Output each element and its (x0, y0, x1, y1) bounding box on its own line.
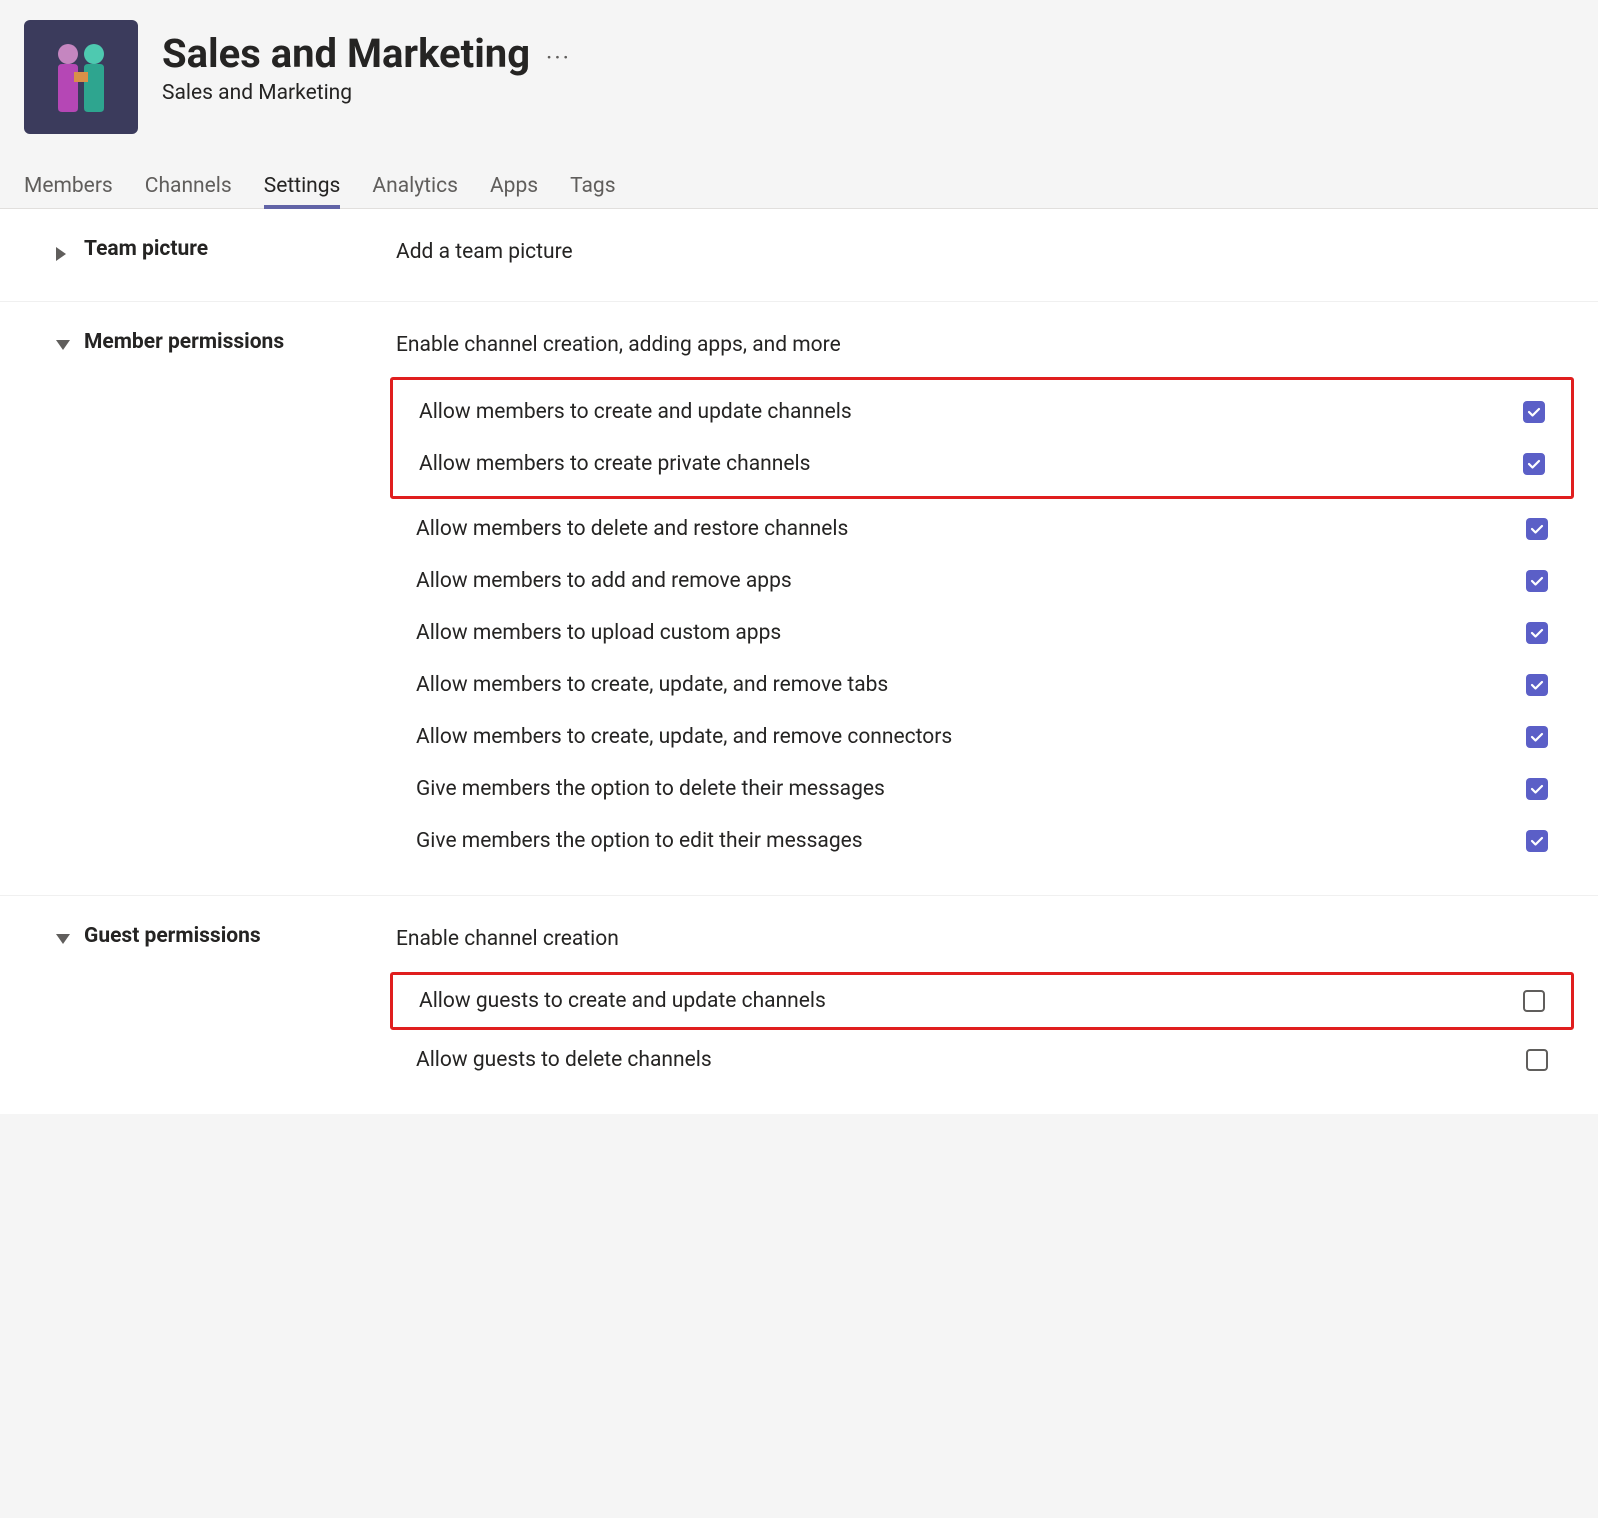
chevron-down-icon[interactable] (56, 340, 70, 350)
tab-channels[interactable]: Channels (145, 164, 232, 208)
chevron-right-icon[interactable] (56, 247, 66, 261)
permission-label: Allow members to delete and restore chan… (416, 517, 848, 541)
team-title: Sales and Marketing (162, 30, 530, 77)
permission-label: Give members the option to edit their me… (416, 829, 863, 853)
check-icon (1530, 834, 1544, 848)
permission-row: Allow members to create private channels (393, 438, 1571, 490)
section-member-permissions: Member permissions Enable channel creati… (0, 302, 1598, 897)
section-guest-permissions: Guest permissions Enable channel creatio… (0, 896, 1598, 1114)
section-title-team-picture: Team picture (84, 237, 396, 261)
checkbox-delete-restore-channels[interactable] (1526, 518, 1548, 540)
permission-row: Give members the option to edit their me… (396, 815, 1568, 867)
permission-row: Allow members to add and remove apps (396, 555, 1568, 607)
checkbox-create-private-channels[interactable] (1523, 453, 1545, 475)
permission-label: Allow members to create private channels (419, 452, 810, 476)
permission-label: Allow guests to create and update channe… (419, 989, 826, 1013)
section-title-guest-permissions: Guest permissions (84, 924, 396, 948)
permission-label: Give members the option to delete their … (416, 777, 885, 801)
section-team-picture: Team picture Add a team picture (0, 209, 1598, 302)
section-desc-guest-permissions: Enable channel creation (396, 924, 1568, 956)
more-options-icon[interactable]: ··· (546, 36, 571, 72)
permission-row: Allow guests to create and update channe… (393, 975, 1571, 1027)
permission-row: Allow guests to delete channels (396, 1034, 1568, 1086)
check-icon (1530, 782, 1544, 796)
section-desc-member-permissions: Enable channel creation, adding apps, an… (396, 330, 1568, 362)
permission-label: Allow members to add and remove apps (416, 569, 792, 593)
checkbox-guest-create-update-channels[interactable] (1523, 990, 1545, 1012)
permission-label: Allow members to create and update chann… (419, 400, 852, 424)
permission-row: Give members the option to delete their … (396, 763, 1568, 815)
chevron-down-icon[interactable] (56, 934, 70, 944)
section-desc-team-picture: Add a team picture (396, 237, 1568, 269)
permission-row: Allow members to delete and restore chan… (396, 503, 1568, 555)
checkbox-add-remove-apps[interactable] (1526, 570, 1548, 592)
check-icon (1530, 522, 1544, 536)
tab-bar: Members Channels Settings Analytics Apps… (0, 134, 1598, 209)
tab-settings[interactable]: Settings (264, 164, 341, 208)
check-icon (1530, 730, 1544, 744)
checkbox-create-update-channels[interactable] (1523, 401, 1545, 423)
permission-row: Allow members to upload custom apps (396, 607, 1568, 659)
tab-members[interactable]: Members (24, 164, 113, 208)
permission-row: Allow members to create and update chann… (393, 386, 1571, 438)
checkbox-delete-messages[interactable] (1526, 778, 1548, 800)
permission-row: Allow members to create, update, and rem… (396, 659, 1568, 711)
permission-label: Allow members to upload custom apps (416, 621, 781, 645)
check-icon (1530, 626, 1544, 640)
checkbox-upload-custom-apps[interactable] (1526, 622, 1548, 644)
check-icon (1527, 457, 1541, 471)
permission-row: Allow members to create, update, and rem… (396, 711, 1568, 763)
tab-apps[interactable]: Apps (490, 164, 538, 208)
checkbox-edit-messages[interactable] (1526, 830, 1548, 852)
checkbox-connectors[interactable] (1526, 726, 1548, 748)
tab-tags[interactable]: Tags (570, 164, 615, 208)
handshake-icon (50, 40, 112, 114)
team-header: Sales and Marketing ··· Sales and Market… (0, 0, 1598, 134)
settings-content: Team picture Add a team picture Member p… (0, 209, 1598, 1114)
check-icon (1530, 678, 1544, 692)
permission-label: Allow members to create, update, and rem… (416, 673, 888, 697)
permission-label: Allow guests to delete channels (416, 1048, 712, 1072)
highlighted-guest-permission: Allow guests to create and update channe… (390, 972, 1574, 1030)
check-icon (1527, 405, 1541, 419)
team-avatar[interactable] (24, 20, 138, 134)
team-subtitle: Sales and Marketing (162, 81, 571, 105)
check-icon (1530, 574, 1544, 588)
checkbox-guest-delete-channels[interactable] (1526, 1049, 1548, 1071)
highlighted-member-permissions: Allow members to create and update chann… (390, 377, 1574, 499)
section-title-member-permissions: Member permissions (84, 330, 396, 354)
permission-label: Allow members to create, update, and rem… (416, 725, 952, 749)
tab-analytics[interactable]: Analytics (372, 164, 458, 208)
checkbox-tabs[interactable] (1526, 674, 1548, 696)
